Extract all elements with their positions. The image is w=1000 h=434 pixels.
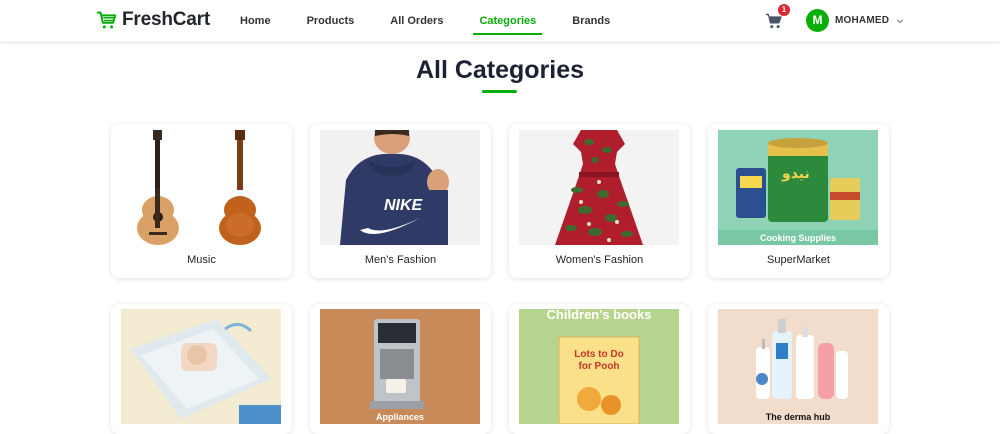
category-card-mens-fashion[interactable]: NIKE Men's Fashion [310,124,491,278]
category-name: Music [187,254,216,266]
nav-products[interactable]: Products [301,9,361,33]
user-name: MOHAMED [835,15,890,26]
category-image [519,130,679,245]
nav-links: Home Products All Orders Categories Bran… [222,0,628,42]
category-card-home[interactable]: Appliances [310,304,491,434]
nav-all-orders[interactable]: All Orders [384,9,449,33]
category-card-beauty[interactable]: The derma hub [708,304,889,434]
image-caption: Cooking Supplies [759,233,836,243]
image-caption: Appliances [375,412,424,422]
nav-brands[interactable]: Brands [566,9,616,33]
svg-text:Lots to Do: Lots to Do [574,349,623,360]
category-card-baby-toys[interactable] [111,304,292,434]
brand-logo[interactable]: FreshCart [96,8,210,32]
image-caption: The derma hub [765,412,831,422]
category-image: Appliances [320,309,480,424]
svg-text:for Pooh: for Pooh [578,361,619,372]
chevron-down-icon [897,18,904,23]
category-image: نيدو Cooking Supplies [718,130,878,245]
nav-home[interactable]: Home [234,9,277,33]
category-image: Children's books Lots to Do for Pooh [519,309,679,424]
svg-text:Children's books: Children's books [547,309,652,322]
navbar: FreshCart Home Products All Orders Categ… [0,0,1000,43]
cart-count-badge: 1 [778,4,790,16]
user-menu[interactable]: M MOHAMED [806,9,904,32]
page-title: All Categories [415,56,585,84]
category-card-womens-fashion[interactable]: Women's Fashion [509,124,690,278]
category-name: SuperMarket [767,254,830,266]
svg-text:نيدو: نيدو [781,166,810,182]
title-underline [482,90,517,93]
category-card-supermarket[interactable]: نيدو Cooking Supplies SuperMarket [708,124,889,278]
brand-name: FreshCart [122,9,210,30]
cart-button[interactable]: 1 [765,4,790,32]
avatar: M [806,9,829,32]
svg-text:NIKE: NIKE [384,197,424,214]
category-name: Men's Fashion [364,254,437,266]
category-image [121,309,281,424]
category-name: Women's Fashion [555,254,644,266]
cart-logo-icon [96,11,117,29]
category-card-books[interactable]: Children's books Lots to Do for Pooh [509,304,690,434]
category-image: The derma hub [718,309,878,424]
category-image [121,130,281,245]
category-card-music[interactable]: Music [111,124,292,278]
nav-categories[interactable]: Categories [473,9,543,35]
category-image: NIKE [320,130,480,245]
